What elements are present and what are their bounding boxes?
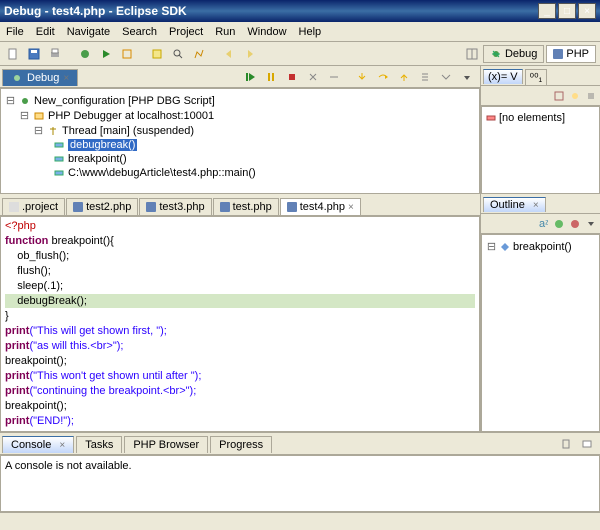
menu-bar: File Edit Navigate Search Project Run Wi…	[0, 22, 600, 42]
console-view[interactable]: A console is not available.	[0, 455, 600, 512]
terminate-button[interactable]	[283, 68, 301, 86]
main-area: Debug × ⊟	[0, 66, 600, 432]
disconnect-button[interactable]	[304, 68, 322, 86]
view-menu-button[interactable]	[584, 217, 598, 231]
show-logical-button[interactable]	[568, 89, 582, 103]
hide-fields-button[interactable]	[552, 217, 566, 231]
editor-tabbar: .project test2.php test3.php test.php te…	[0, 194, 480, 216]
search-button[interactable]	[169, 45, 187, 63]
step-return-button[interactable]	[395, 68, 413, 86]
editor-tab-test3[interactable]: test3.php	[139, 198, 211, 215]
debug-button[interactable]	[76, 45, 94, 63]
breakpoints-tab[interactable]: ⁰⁰₁	[525, 69, 548, 85]
run-button[interactable]	[97, 45, 115, 63]
maximize-button[interactable]: □	[558, 3, 576, 19]
php-debugger-node[interactable]: PHP Debugger at localhost:10001	[48, 110, 214, 122]
drop-frame-button[interactable]	[416, 68, 434, 86]
variables-toolbar	[481, 86, 600, 106]
show-types-button[interactable]	[552, 89, 566, 103]
window-titlebar: Debug - test4.php - Eclipse SDK _ □ ×	[0, 0, 600, 22]
main-toolbar: Debug PHP	[0, 42, 600, 66]
bottom-panel: Console× Tasks PHP Browser Progress A co…	[0, 432, 600, 512]
progress-tab[interactable]: Progress	[210, 436, 272, 453]
suspend-button[interactable]	[262, 68, 280, 86]
perspective-switcher: Debug PHP	[463, 45, 596, 63]
code-editor[interactable]: <?php function breakpoint(){ ob_flush();…	[0, 216, 480, 432]
close-icon[interactable]: ×	[348, 202, 354, 213]
editor-tab-test2[interactable]: test2.php	[66, 198, 138, 215]
perspective-php[interactable]: PHP	[546, 45, 596, 63]
outline-toolbar: aᶻ	[481, 214, 600, 234]
step-over-button[interactable]	[374, 68, 392, 86]
php-browser-tab[interactable]: PHP Browser	[124, 436, 208, 453]
close-icon[interactable]: ×	[533, 200, 539, 211]
current-line-highlight: debugBreak();	[5, 294, 475, 308]
status-bar	[0, 512, 600, 530]
collapse-all-button[interactable]	[584, 89, 598, 103]
variables-tabbar: (x)= V ⁰⁰₁	[481, 66, 600, 86]
back-nav-button[interactable]	[220, 45, 238, 63]
menu-file[interactable]: File	[6, 26, 24, 38]
menu-window[interactable]: Window	[247, 26, 286, 38]
stack-frame-2[interactable]: C:\www\debugArticle\test4.php::main()	[68, 167, 256, 179]
step-into-button[interactable]	[353, 68, 371, 86]
pin-console-button[interactable]	[557, 435, 575, 453]
view-menu-button[interactable]	[458, 68, 476, 86]
variables-tab[interactable]: (x)= V	[483, 69, 523, 84]
variables-view[interactable]: [no elements]	[481, 106, 600, 194]
external-button[interactable]	[118, 45, 136, 63]
minimize-button[interactable]: _	[538, 3, 556, 19]
print-button[interactable]	[46, 45, 64, 63]
open-type-button[interactable]	[148, 45, 166, 63]
no-elements-label: [no elements]	[499, 112, 565, 124]
editor-tab-test[interactable]: test.php	[213, 198, 279, 215]
console-tabbar: Console× Tasks PHP Browser Progress	[0, 433, 600, 455]
outline-view[interactable]: ⊟breakpoint()	[481, 234, 600, 432]
window-controls: _ □ ×	[538, 3, 596, 19]
menu-run[interactable]: Run	[215, 26, 235, 38]
menu-edit[interactable]: Edit	[36, 26, 55, 38]
launch-config[interactable]: New_configuration [PHP DBG Script]	[34, 95, 215, 107]
outline-tabbar: Outline×	[481, 194, 600, 214]
thread-node[interactable]: Thread [main] (suspended)	[62, 125, 194, 137]
menu-project[interactable]: Project	[169, 26, 203, 38]
remove-terminated-button[interactable]	[325, 68, 343, 86]
close-icon[interactable]: ×	[59, 440, 65, 451]
debug-tree[interactable]: ⊟New_configuration [PHP DBG Script] ⊟PHP…	[0, 88, 480, 194]
console-tab[interactable]: Console×	[2, 436, 74, 453]
debug-toolbar	[241, 68, 480, 86]
new-button[interactable]	[4, 45, 22, 63]
editor-tab-project[interactable]: .project	[2, 198, 65, 215]
debug-view-tabbar: Debug ×	[0, 66, 480, 88]
debug-view-tab[interactable]: Debug ×	[2, 69, 78, 86]
close-button[interactable]: ×	[578, 3, 596, 19]
console-message: A console is not available.	[5, 460, 132, 472]
menu-search[interactable]: Search	[122, 26, 157, 38]
save-button[interactable]	[25, 45, 43, 63]
menu-navigate[interactable]: Navigate	[67, 26, 110, 38]
sort-button[interactable]: aᶻ	[536, 217, 550, 231]
stack-frame-1[interactable]: breakpoint()	[68, 153, 127, 165]
hide-static-button[interactable]	[568, 217, 582, 231]
tasks-tab[interactable]: Tasks	[76, 436, 122, 453]
display-console-button[interactable]	[578, 435, 596, 453]
perspective-debug[interactable]: Debug	[483, 45, 544, 63]
close-icon[interactable]: ×	[63, 73, 69, 84]
outline-item-breakpoint[interactable]: breakpoint()	[513, 241, 572, 253]
open-perspective-button[interactable]	[463, 45, 481, 63]
forward-nav-button[interactable]	[241, 45, 259, 63]
outline-tab[interactable]: Outline×	[483, 197, 546, 212]
annotate-button[interactable]	[190, 45, 208, 63]
stack-frame-0[interactable]: debugbreak()	[68, 139, 137, 151]
svg-text:aᶻ: aᶻ	[539, 219, 548, 229]
editor-tab-test4[interactable]: test4.php×	[280, 198, 361, 215]
menu-help[interactable]: Help	[299, 26, 322, 38]
window-title: Debug - test4.php - Eclipse SDK	[4, 4, 187, 18]
step-filter-button[interactable]	[437, 68, 455, 86]
resume-button[interactable]	[241, 68, 259, 86]
